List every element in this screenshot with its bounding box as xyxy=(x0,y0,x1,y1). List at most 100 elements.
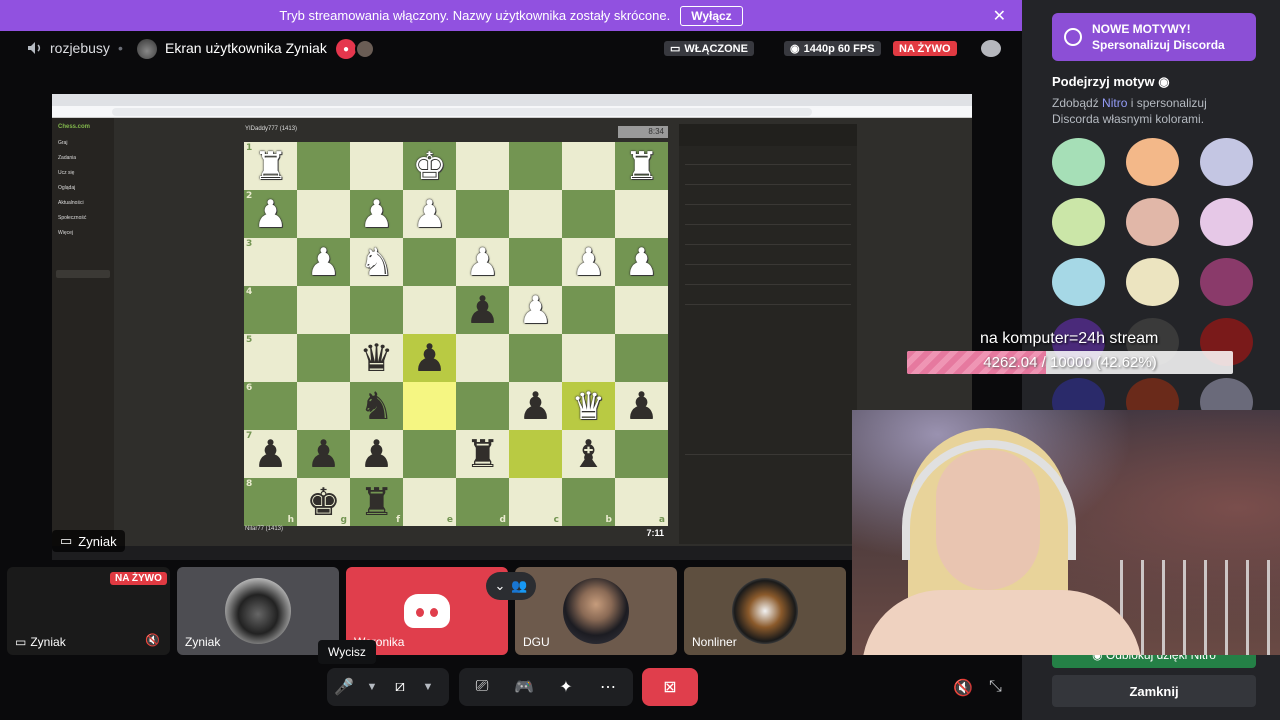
white-rook-icon[interactable]: ♜ xyxy=(253,147,287,185)
board-square[interactable]: 6 xyxy=(244,382,297,430)
close-panel-button[interactable]: Zamknij xyxy=(1052,675,1256,707)
board-square[interactable]: g ♚ xyxy=(297,478,350,526)
black-king-icon[interactable]: ♚ xyxy=(306,483,340,521)
camera-off-button[interactable]: ⧄ xyxy=(383,670,417,704)
close-banner-icon[interactable]: ✕ xyxy=(993,6,1006,26)
black-pawn-icon[interactable]: ♟ xyxy=(624,387,658,425)
board-square[interactable]: ♟ xyxy=(403,334,456,382)
board-square[interactable]: ♝ xyxy=(562,430,615,478)
board-square[interactable]: ♟ xyxy=(350,430,403,478)
activity-gamepad-button[interactable]: 🎮 xyxy=(507,670,541,704)
board-square[interactable]: e xyxy=(403,478,456,526)
white-king-icon[interactable]: ♚ xyxy=(412,147,446,185)
board-square[interactable] xyxy=(615,430,668,478)
board-square[interactable] xyxy=(403,286,456,334)
participant-tile[interactable]: DGU xyxy=(515,567,677,655)
board-square[interactable] xyxy=(297,334,350,382)
board-square[interactable]: c xyxy=(509,478,562,526)
board-square[interactable] xyxy=(509,238,562,286)
disable-streamer-mode-button[interactable]: Wyłącz xyxy=(680,5,743,26)
chat-icon[interactable] xyxy=(981,40,1001,57)
nitro-link[interactable]: Nitro xyxy=(1102,96,1127,110)
board-square[interactable] xyxy=(403,430,456,478)
board-square[interactable]: 2 ♟ xyxy=(244,190,297,238)
board-square[interactable] xyxy=(509,190,562,238)
chevron-down-icon[interactable]: ▼ xyxy=(361,670,383,704)
board-square[interactable]: ♛ xyxy=(350,334,403,382)
theme-swatch[interactable] xyxy=(1052,138,1105,186)
participant-tile[interactable]: Zyniak xyxy=(177,567,339,655)
board-square[interactable] xyxy=(562,334,615,382)
black-queen-icon[interactable]: ♛ xyxy=(359,339,393,377)
board-square[interactable] xyxy=(350,286,403,334)
black-pawn-icon[interactable]: ♟ xyxy=(253,435,287,473)
soundboard-button[interactable]: ✦ xyxy=(549,670,583,704)
board-square[interactable] xyxy=(562,142,615,190)
white-pawn-icon[interactable]: ♟ xyxy=(412,195,446,233)
board-square[interactable] xyxy=(297,286,350,334)
board-square[interactable]: ♟ xyxy=(562,238,615,286)
board-square[interactable]: 5 xyxy=(244,334,297,382)
board-square[interactable]: ♟ xyxy=(456,238,509,286)
participant-tile-stream[interactable]: NA ŻYWO ▭ Zyniak 🔇 xyxy=(7,567,170,655)
white-pawn-icon[interactable]: ♟ xyxy=(253,195,287,233)
board-square[interactable] xyxy=(456,382,509,430)
screen-share-button[interactable]: ⎚ xyxy=(465,670,499,704)
board-square[interactable]: d xyxy=(456,478,509,526)
volume-mute-icon[interactable]: 🔇 xyxy=(145,633,160,647)
white-knight-icon[interactable]: ♞ xyxy=(359,243,393,281)
board-square[interactable]: ♟ xyxy=(509,286,562,334)
theme-swatch[interactable] xyxy=(1126,138,1179,186)
board-square[interactable]: ♟ xyxy=(297,430,350,478)
board-square[interactable]: f ♜ xyxy=(350,478,403,526)
white-pawn-icon[interactable]: ♟ xyxy=(571,243,605,281)
theme-swatch[interactable] xyxy=(1200,198,1253,246)
board-square[interactable]: ♜ xyxy=(615,142,668,190)
white-queen-icon[interactable]: ♛ xyxy=(571,387,605,425)
board-square[interactable]: b xyxy=(562,478,615,526)
white-pawn-icon[interactable]: ♟ xyxy=(518,291,552,329)
board-square[interactable]: 8h xyxy=(244,478,297,526)
board-square[interactable] xyxy=(562,286,615,334)
board-square[interactable] xyxy=(456,142,509,190)
board-square[interactable]: ♟ xyxy=(350,190,403,238)
board-square[interactable] xyxy=(403,238,456,286)
chevron-down-icon[interactable]: ▼ xyxy=(417,670,439,704)
board-square[interactable]: ♚ xyxy=(403,142,456,190)
theme-swatch[interactable] xyxy=(1052,258,1105,306)
theme-swatch[interactable] xyxy=(1126,198,1179,246)
black-bishop-icon[interactable]: ♝ xyxy=(571,435,605,473)
stop-stream-button[interactable]: ⊠ xyxy=(642,668,698,706)
board-square[interactable]: 7 ♟ xyxy=(244,430,297,478)
black-knight-icon[interactable]: ♞ xyxy=(359,387,393,425)
board-square[interactable]: 3 xyxy=(244,238,297,286)
white-pawn-icon[interactable]: ♟ xyxy=(624,243,658,281)
white-pawn-icon[interactable]: ♟ xyxy=(306,243,340,281)
black-rook-icon[interactable]: ♜ xyxy=(359,483,393,521)
voice-channel-name[interactable]: rozjebusy xyxy=(50,40,110,56)
board-square[interactable]: ♟ xyxy=(403,190,456,238)
white-pawn-icon[interactable]: ♟ xyxy=(465,243,499,281)
board-square[interactable] xyxy=(509,334,562,382)
more-options-button[interactable]: ⋯ xyxy=(591,670,625,704)
board-square[interactable] xyxy=(509,430,562,478)
board-square[interactable] xyxy=(509,142,562,190)
board-square[interactable]: ♟ xyxy=(615,382,668,430)
black-pawn-icon[interactable]: ♟ xyxy=(518,387,552,425)
white-rook-icon[interactable]: ♜ xyxy=(624,147,658,185)
theme-swatch[interactable] xyxy=(1200,258,1253,306)
board-square[interactable] xyxy=(456,190,509,238)
board-square[interactable]: ♜ xyxy=(456,430,509,478)
board-square[interactable] xyxy=(456,334,509,382)
theme-swatch[interactable] xyxy=(1052,198,1105,246)
board-square[interactable] xyxy=(350,142,403,190)
microphone-button[interactable]: 🎤 xyxy=(327,670,361,704)
board-square[interactable] xyxy=(562,190,615,238)
participant-tile[interactable]: Nonliner xyxy=(684,567,846,655)
board-square[interactable]: 4 xyxy=(244,286,297,334)
black-pawn-icon[interactable]: ♟ xyxy=(359,435,393,473)
theme-swatch[interactable] xyxy=(1126,258,1179,306)
board-square[interactable] xyxy=(297,142,350,190)
board-square[interactable]: ♟ xyxy=(509,382,562,430)
black-rook-icon[interactable]: ♜ xyxy=(465,435,499,473)
